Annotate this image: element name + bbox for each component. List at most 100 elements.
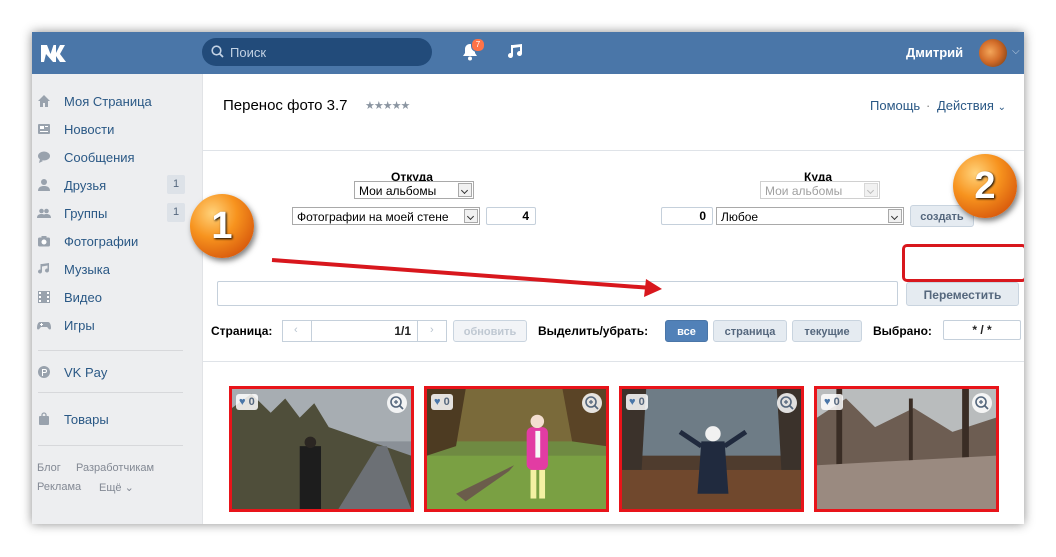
footer-link-ads[interactable]: Реклама <box>37 481 81 493</box>
like-counter[interactable]: ♥ 0 <box>431 394 453 410</box>
zoom-icon[interactable] <box>777 393 797 413</box>
chevron-right-icon: › <box>430 324 434 336</box>
photo-image <box>427 389 606 509</box>
sidebar-item-groups[interactable]: Группы 1 <box>32 200 192 226</box>
selected-count-field: * / * <box>943 320 1021 340</box>
user-name[interactable]: Дмитрий <box>906 45 963 60</box>
sidebar-item-messages[interactable]: Сообщения <box>32 144 192 170</box>
groups-count-badge: 1 <box>167 203 185 222</box>
prev-page-button[interactable]: ‹ <box>282 320 312 342</box>
sidebar-item-label: Музыка <box>64 262 110 277</box>
sidebar-item-label: Видео <box>64 290 102 305</box>
destination-album-type-select[interactable]: Мои альбомы <box>760 181 880 199</box>
select-all-highlight <box>660 286 710 312</box>
select-all-button[interactable]: все <box>665 320 708 342</box>
help-link[interactable]: Помощь <box>870 98 920 113</box>
sidebar-item-news[interactable]: Новости <box>32 116 192 142</box>
select-current-button[interactable]: текущие <box>792 320 862 342</box>
chevron-down-icon <box>464 209 478 223</box>
gamepad-icon <box>37 322 51 330</box>
sidebar-item-games[interactable]: Игры <box>32 312 192 338</box>
sidebar-item-label: Товары <box>64 412 109 427</box>
header-divider <box>203 150 1024 151</box>
like-counter[interactable]: ♥ 0 <box>821 394 843 410</box>
controls-divider <box>203 361 1024 362</box>
chevron-down-icon[interactable]: ⌵ <box>1012 46 1020 57</box>
sidebar-item-label: Моя Страница <box>64 94 152 109</box>
sidebar-divider <box>38 445 183 446</box>
actions-menu[interactable]: Действия ⌄ <box>937 98 1006 113</box>
sidebar-item-vkpay[interactable]: VK Pay <box>32 359 192 385</box>
sidebar-item-label: Группы <box>64 206 108 221</box>
zoom-icon[interactable] <box>582 393 602 413</box>
photo-thumbnail[interactable]: ♥ 0 <box>814 386 999 512</box>
destination-album-select[interactable]: Любое <box>716 207 904 225</box>
sidebar-item-music[interactable]: Музыка <box>32 256 192 282</box>
sidebar-item-label: Фотографии <box>64 234 139 249</box>
photo-thumbnail[interactable]: ♥ 0 <box>424 386 609 512</box>
source-count-field[interactable]: 4 <box>486 207 536 225</box>
like-counter[interactable]: ♥ 0 <box>236 394 258 410</box>
footer-link-blog[interactable]: Блог <box>37 462 61 474</box>
sidebar-item-goods[interactable]: Товары <box>32 406 192 432</box>
news-icon <box>38 124 50 134</box>
sidebar-item-label: VK Pay <box>64 365 108 380</box>
select-page-button[interactable]: страница <box>713 320 787 342</box>
page-title: Перенос фото 3.7 <box>223 97 348 114</box>
zoom-icon[interactable] <box>972 393 992 413</box>
video-icon <box>38 291 50 303</box>
chevron-left-icon: ‹ <box>294 324 298 336</box>
step-1-marker: 1 <box>190 194 254 258</box>
footer-link-more[interactable]: Ещё ⌄ <box>99 481 134 494</box>
vk-logo-icon[interactable] <box>40 41 74 65</box>
move-button-highlight <box>902 244 1024 282</box>
source-album-type-select[interactable]: Мои альбомы <box>354 181 474 199</box>
groups-icon <box>37 208 51 218</box>
heart-icon: ♥ <box>434 396 441 408</box>
page-number-field[interactable]: 1/1 <box>311 320 418 342</box>
move-button[interactable]: Переместить <box>906 282 1019 306</box>
step-2-marker: 2 <box>953 154 1017 218</box>
sidebar-item-photos[interactable]: Фотографии <box>32 228 192 254</box>
heart-icon: ♥ <box>824 396 831 408</box>
photo-image <box>232 389 411 509</box>
sidebar-divider <box>38 350 183 351</box>
camera-icon <box>38 236 50 247</box>
sidebar-item-label: Друзья <box>64 178 107 193</box>
like-counter[interactable]: ♥ 0 <box>626 394 648 410</box>
refresh-button[interactable]: обновить <box>453 320 527 342</box>
chevron-down-icon <box>888 209 902 223</box>
footer-link-developers[interactable]: Разработчикам <box>76 462 154 474</box>
next-page-button[interactable]: › <box>417 320 447 342</box>
sidebar-item-my-page[interactable]: Моя Страница <box>32 88 192 114</box>
search-input[interactable]: Поиск <box>202 38 432 66</box>
top-bar: Поиск 7 Дмитрий ⌵ <box>32 32 1024 74</box>
notification-badge: 7 <box>471 38 485 52</box>
photo-thumbnail[interactable]: ♥ 0 <box>619 386 804 512</box>
separator: · <box>926 98 931 113</box>
search-placeholder: Поиск <box>230 45 267 60</box>
destination-count-field[interactable]: 0 <box>661 207 713 225</box>
avatar[interactable] <box>979 39 1007 67</box>
sidebar: Моя Страница Новости Сообщения Друзья 1 … <box>32 74 202 524</box>
music-note-icon[interactable] <box>506 42 526 62</box>
progress-field <box>217 281 898 306</box>
home-icon <box>38 95 50 107</box>
sidebar-item-video[interactable]: Видео <box>32 284 192 310</box>
source-album-select[interactable]: Фотографии на моей стене <box>292 207 480 225</box>
friends-icon <box>38 179 50 191</box>
vkpay-icon <box>38 366 50 378</box>
sidebar-item-friends[interactable]: Друзья 1 <box>32 172 192 198</box>
bag-icon <box>39 412 49 425</box>
chevron-down-icon: ⌄ <box>997 102 1006 113</box>
app-panel: Перенос фото 3.7 ★★★★★ Помощь · Действия… <box>202 74 1024 524</box>
search-icon <box>211 45 224 58</box>
browser-frame: Поиск 7 Дмитрий ⌵ Моя Страница Новости С… <box>32 32 1024 524</box>
photo-thumbnail[interactable]: ♥ 0 <box>229 386 414 512</box>
photo-image <box>817 389 996 509</box>
sidebar-item-label: Новости <box>64 122 115 137</box>
zoom-icon[interactable] <box>387 393 407 413</box>
heart-icon: ♥ <box>239 396 246 408</box>
sidebar-item-label: Сообщения <box>64 150 135 165</box>
photo-image <box>622 389 801 509</box>
